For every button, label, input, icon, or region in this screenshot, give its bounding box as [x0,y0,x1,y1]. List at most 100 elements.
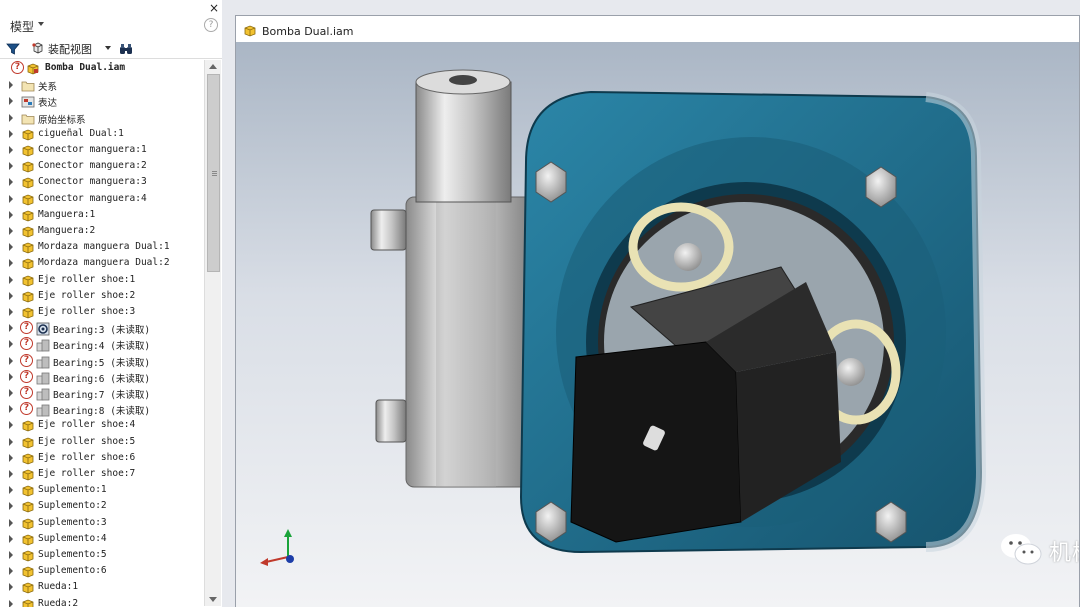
binoculars-icon[interactable] [118,41,134,60]
pump-model-render[interactable] [236,42,1079,607]
tree-item[interactable]: Eje roller shoe:6 [0,450,204,466]
scroll-down-arrow[interactable] [209,597,217,602]
expand-arrow-icon[interactable] [9,389,13,397]
tree-item[interactable]: Eje roller shoe:3 [0,304,204,320]
expand-arrow-icon[interactable] [9,308,13,316]
model-browser-panel: × 模型 ? 装配视图 ? Bomba Dual.iam 关系 表达原始坐标系 ci… [0,0,223,607]
expand-arrow-icon[interactable] [9,259,13,267]
tree-item[interactable]: Suplemento:3 [0,515,204,531]
panel-title-dropdown[interactable]: 模型 [10,18,34,35]
tree-item-label: Eje roller shoe:5 [38,436,136,447]
expand-arrow-icon[interactable] [9,470,13,478]
expand-arrow-icon[interactable] [9,519,13,527]
tree-item-label: Suplemento:6 [38,565,107,576]
assembly-view-dropdown[interactable]: 装配视图 [48,41,92,57]
tree-item[interactable]: Mordaza manguera Dual:2 [0,255,204,271]
tree-item[interactable]: Eje roller shoe:4 [0,417,204,433]
tree-item[interactable]: Suplemento:4 [0,531,204,547]
tree-item-label: Bearing:5 (未读取) [53,358,151,369]
tree-item-label: Bearing:3 (未读取) [53,325,151,336]
expand-arrow-icon[interactable] [9,178,13,186]
tree-item-label: Suplemento:3 [38,517,107,528]
expand-arrow-icon[interactable] [9,438,13,446]
tree-item[interactable]: Conector manguera:3 [0,174,204,190]
tree-item[interactable]: ? Bearing:5 (未读取) [0,353,204,369]
tree-item[interactable]: Eje roller shoe:7 [0,466,204,482]
expand-arrow-icon[interactable] [9,502,13,510]
tree-item[interactable]: ? Bearing:6 (未读取) [0,369,204,385]
3d-viewport[interactable]: 机械图纸狗 [236,42,1079,607]
scroll-up-arrow[interactable] [209,64,217,69]
chevron-down-icon[interactable] [105,46,111,50]
part-icon [21,597,35,607]
expand-arrow-icon[interactable] [9,454,13,462]
tree-item[interactable]: Eje roller shoe:1 [0,272,204,288]
expand-arrow-icon[interactable] [9,535,13,543]
tree-item[interactable]: Suplemento:5 [0,547,204,563]
tree-item[interactable]: ? Bearing:3 (未读取) [0,320,204,336]
help-icon[interactable]: ? [204,18,218,32]
expand-arrow-icon[interactable] [9,243,13,251]
expand-arrow-icon[interactable] [9,567,13,575]
axis-triad-icon [260,529,294,566]
expand-arrow-icon[interactable] [9,357,13,365]
tree-item-label: Conector manguera:4 [38,193,147,204]
tree-item[interactable]: Suplemento:2 [0,498,204,514]
expand-arrow-icon[interactable] [9,130,13,138]
tree-item[interactable]: 表达 [0,93,204,109]
tree-item[interactable]: 关系 [0,77,204,93]
tree-item[interactable]: 原始坐标系 [0,110,204,126]
tree-scrollbar[interactable] [204,60,221,606]
tree-item[interactable]: Conector manguera:1 [0,142,204,158]
watermark: 机械图纸狗 [999,531,1079,571]
tree-item[interactable]: Mordaza manguera Dual:1 [0,239,204,255]
expand-arrow-icon[interactable] [9,340,13,348]
close-panel-button[interactable]: × [209,2,219,14]
expand-arrow-icon[interactable] [9,276,13,284]
tree-item-label: Eje roller shoe:7 [38,468,136,479]
tree-item[interactable]: cigueñal Dual:1 [0,126,204,142]
tree-item[interactable]: Suplemento:6 [0,563,204,579]
tree-item[interactable]: Conector manguera:2 [0,158,204,174]
expand-arrow-icon[interactable] [9,421,13,429]
expand-arrow-icon[interactable] [9,146,13,154]
tree-item[interactable]: ? Bearing:4 (未读取) [0,336,204,352]
warning-icon: ? [20,337,33,350]
chevron-down-icon[interactable] [38,22,44,26]
expand-arrow-icon[interactable] [9,551,13,559]
filter-icon[interactable] [6,41,20,60]
expand-arrow-icon[interactable] [9,405,13,413]
tree-item-label: Eje roller shoe:6 [38,452,136,463]
tree-item[interactable]: Conector manguera:4 [0,191,204,207]
expand-arrow-icon[interactable] [9,583,13,591]
tree-item[interactable]: ? Bearing:8 (未读取) [0,401,204,417]
tree-item[interactable]: Rueda:1 [0,579,204,595]
expand-arrow-icon[interactable] [9,162,13,170]
expand-arrow-icon[interactable] [9,292,13,300]
tree-item[interactable]: Manguera:2 [0,223,204,239]
expand-arrow-icon[interactable] [9,373,13,381]
tree-item[interactable]: Suplemento:1 [0,482,204,498]
tree-item[interactable]: Rueda:2 [0,596,204,607]
tree-item[interactable]: Eje roller shoe:5 [0,434,204,450]
tree-root-label: Bomba Dual.iam [45,62,126,73]
tree-item-label: Suplemento:4 [38,533,107,544]
tree-item[interactable]: Eje roller shoe:2 [0,288,204,304]
expand-arrow-icon[interactable] [9,114,13,122]
expand-arrow-icon[interactable] [9,486,13,494]
expand-arrow-icon[interactable] [9,81,13,89]
expand-arrow-icon[interactable] [9,97,13,105]
expand-arrow-icon[interactable] [9,195,13,203]
warning-icon: ? [20,402,33,415]
tree-item[interactable]: ? Bearing:7 (未读取) [0,385,204,401]
document-title-bar[interactable]: Bomba Dual.iam [236,16,1079,42]
tree-item-label: 原始坐标系 [38,115,86,126]
expand-arrow-icon[interactable] [9,600,13,607]
tree-item[interactable]: Manguera:1 [0,207,204,223]
tree-root-item[interactable]: ? Bomba Dual.iam [0,60,204,76]
expand-arrow-icon[interactable] [9,227,13,235]
scrollbar-thumb[interactable] [207,74,220,272]
tree-item-label: Eje roller shoe:1 [38,274,136,285]
expand-arrow-icon[interactable] [9,324,13,332]
expand-arrow-icon[interactable] [9,211,13,219]
